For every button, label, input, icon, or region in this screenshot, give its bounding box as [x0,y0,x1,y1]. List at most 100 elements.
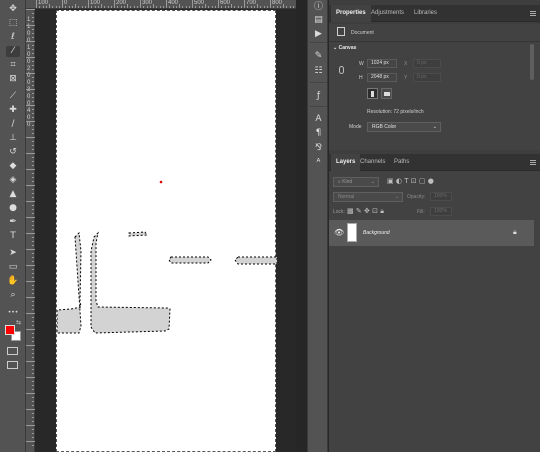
ruler-tick [26,9,35,10]
brush-settings-icon[interactable]: ✎ [312,50,325,61]
ruler-tick [26,137,35,138]
ruler-label: 1 [27,45,31,51]
ruler-tick [117,6,119,8]
ruler-tick [52,6,54,8]
smart-object-filter-icon[interactable]: ▢ [419,177,426,185]
portrait-orientation-icon[interactable] [367,88,378,99]
width-field[interactable]: 1024 px [367,59,397,68]
x-field[interactable]: 0 px [413,59,441,68]
shape-filter-icon[interactable]: ⊡ [411,177,417,185]
filter-toggle-icon[interactable]: ● [428,177,434,185]
magic-wand-tool[interactable]: ⁄ [6,46,20,57]
tab-paths[interactable]: Paths [389,154,414,171]
ruler-tick [32,173,34,174]
adjustment-filter-icon[interactable]: ◐ [396,177,402,185]
ruler-tick [91,6,93,8]
rectangle-tool[interactable]: ▭ [6,262,20,273]
tab-properties[interactable]: Properties [331,5,371,22]
ruler-tick [32,109,34,110]
marquee-tool[interactable]: ⬚ [6,18,20,29]
layer-row-background[interactable]: 👁︎ Background 🔒︎ [329,220,534,246]
ruler-tick [130,6,132,8]
ruler-tick [32,81,34,82]
dodge-tool[interactable]: ● [6,203,20,214]
character-icon[interactable]: A [312,113,325,124]
canvas-section-header[interactable]: ⌄ Canvas [333,45,356,51]
fx-styles-icon[interactable]: ƒ [312,90,325,101]
more-tools[interactable]: ••• [6,307,20,318]
ruler-tick [32,97,34,98]
crop-tool[interactable]: ⌗ [6,60,20,71]
y-field[interactable]: 0 px [413,73,441,82]
screen-mode-icon[interactable] [7,361,18,369]
panel-menu-icon[interactable] [530,11,536,16]
link-dimensions-icon[interactable] [339,66,344,74]
hand-tool[interactable]: ✋ [6,276,20,287]
lock-artboard-icon[interactable]: ⊡ [372,207,378,215]
lock-transparent-icon[interactable]: ▩ [347,207,354,215]
quick-mask-icon[interactable] [7,347,18,355]
eyedropper-tool[interactable]: ⟋ [6,91,20,102]
ruler-tick [32,45,34,46]
lock-position-icon[interactable]: ✥ [364,207,370,215]
document-workspace[interactable] [36,10,296,452]
swatches-icon[interactable]: ▤ [312,14,325,25]
brush-tool[interactable]: ∕ [6,119,20,130]
ruler-tick [32,181,34,182]
lock-pixels-icon[interactable]: ✎ [356,207,362,215]
ruler-tick [198,6,200,8]
spot-healing-tool[interactable]: ✚ [6,105,20,116]
frame-tool[interactable]: ⊠ [6,74,20,85]
character-styles-icon[interactable]: ᴬ [312,157,325,168]
ruler-tick [32,157,34,158]
opacity-field[interactable]: 100% [430,192,452,201]
ruler-tick [26,105,35,106]
panel-menu-icon[interactable] [530,160,536,165]
ruler-tick [32,229,34,230]
properties-scrollbar[interactable] [530,44,534,80]
ruler-tick [32,253,34,254]
swap-colors-icon[interactable]: ⇆ [16,319,21,326]
ruler-tick [26,361,35,362]
history-brush-tool[interactable]: ↺ [6,147,20,158]
landscape-orientation-icon[interactable] [381,88,392,99]
layers-body: ⌕ Kind ⌄ ▣ ◐ T ⊡ ▢ ● Normal ⌄ Opacity: 1… [329,171,540,452]
type-tool[interactable]: T [6,231,20,242]
eye-icon[interactable]: 👁︎ [334,228,344,237]
blend-mode-select[interactable]: Normal ⌄ [333,192,403,202]
height-field[interactable]: 2048 px [367,73,397,82]
mode-select[interactable]: RGB Color ⌄ [367,122,441,132]
adjust-sliders-icon[interactable]: ☷ [312,65,325,76]
paint-bucket-tool[interactable]: ◈ [6,175,20,186]
clone-stamp-tool[interactable]: ⊥ [6,133,20,144]
ruler-tick [32,289,34,290]
paragraph-icon[interactable]: ¶ [312,127,325,138]
fill-field[interactable]: 100% [430,207,452,216]
type-filter-icon[interactable]: T [404,177,408,185]
tab-adjustments[interactable]: Adjustments [366,5,409,22]
zoom-tool[interactable]: ⌕ [6,290,20,301]
ruler-tick [227,6,229,8]
layer-filter-select[interactable]: ⌕ Kind ⌄ [333,177,379,187]
ruler-tick [26,377,35,378]
lasso-tool[interactable]: ℓ [6,32,20,43]
ruler-tick [32,69,34,70]
tab-libraries[interactable]: Libraries [409,5,442,22]
play-icon[interactable]: ▶ [312,28,325,39]
info-icon[interactable]: ⓘ [312,0,325,12]
glyphs-icon[interactable]: ⅋ [312,142,325,153]
pixel-filter-icon[interactable]: ▣ [387,177,394,185]
foreground-color-swatch[interactable] [5,325,15,335]
pen-tool[interactable]: ✒ [6,217,20,228]
eraser-tool[interactable]: ◆ [6,161,20,172]
ruler-tick [32,117,34,118]
layer-name[interactable]: Background [363,230,390,236]
move-tool[interactable]: ✥ [6,4,20,15]
tab-channels[interactable]: Channels [355,154,390,171]
ruler-tick [253,6,255,8]
blur-tool[interactable]: ▲ [6,189,20,200]
document-canvas[interactable] [56,10,277,452]
ruler-tick [32,133,34,134]
lock-all-icon[interactable]: 🔒︎ [380,207,384,215]
path-selection-tool[interactable]: ➤ [6,248,20,259]
